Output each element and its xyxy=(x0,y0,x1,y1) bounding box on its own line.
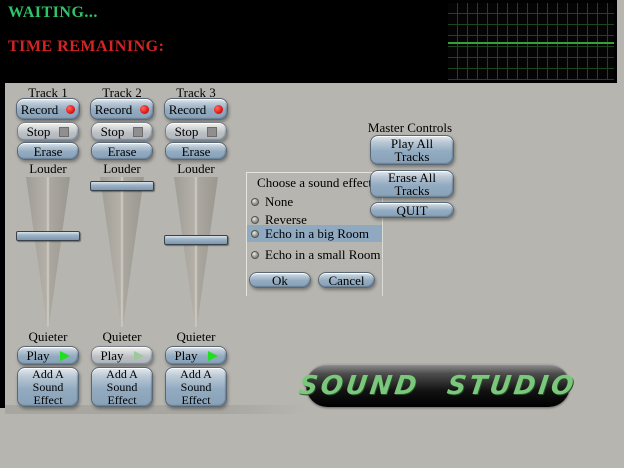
status-time-remaining-text: TIME REMAINING: xyxy=(8,38,164,56)
stop-label: Stop xyxy=(175,125,199,138)
quieter-label: Quieter xyxy=(164,329,228,345)
play-button[interactable]: Play xyxy=(165,346,227,365)
volume-handle[interactable] xyxy=(90,181,154,191)
add-sound-effect-button[interactable]: Add A Sound Effect xyxy=(91,367,153,407)
left-edge-strip xyxy=(0,83,5,408)
stop-label: Stop xyxy=(101,125,125,138)
louder-label: Louder xyxy=(164,161,228,177)
quieter-label: Quieter xyxy=(16,329,80,345)
volume-handle[interactable] xyxy=(16,231,80,241)
stop-button[interactable]: Stop xyxy=(17,122,79,141)
stop-button[interactable]: Stop xyxy=(165,122,227,141)
dialog-title: Choose a sound effect xyxy=(247,175,382,191)
effect-option-echo-big-room[interactable]: Echo in a big Room xyxy=(247,225,382,242)
record-button[interactable]: Record xyxy=(16,98,80,120)
erase-label: Erase xyxy=(182,145,211,158)
erase-label: Erase xyxy=(34,145,63,158)
volume-slider-track[interactable] xyxy=(26,177,70,327)
record-label: Record xyxy=(95,103,133,116)
oscilloscope-trace xyxy=(448,42,614,44)
louder-label: Louder xyxy=(16,161,80,177)
play-label: Play xyxy=(100,349,123,362)
radio-icon[interactable] xyxy=(251,230,259,238)
play-label: Play xyxy=(174,349,197,362)
volume-slider-track[interactable] xyxy=(174,177,218,327)
radio-icon[interactable] xyxy=(251,251,259,259)
add-sound-effect-button[interactable]: Add A Sound Effect xyxy=(17,367,79,407)
track-column-1: Track 1 Record Stop Erase Louder Quieter… xyxy=(16,85,80,407)
erase-label: Erase xyxy=(108,145,137,158)
play-button[interactable]: Play xyxy=(91,346,153,365)
record-button[interactable]: Record xyxy=(90,98,154,120)
stop-square-icon xyxy=(59,127,69,137)
play-triangle-icon xyxy=(134,351,144,361)
record-label: Record xyxy=(169,103,207,116)
option-label: Echo in a big Room xyxy=(265,226,369,242)
record-label: Record xyxy=(21,103,59,116)
quit-button[interactable]: QUIT xyxy=(370,202,454,218)
oscilloscope-display xyxy=(448,3,614,80)
effect-option-none[interactable]: None xyxy=(247,193,382,210)
stop-button[interactable]: Stop xyxy=(91,122,153,141)
cancel-button[interactable]: Cancel xyxy=(318,272,375,288)
radio-icon[interactable] xyxy=(251,216,259,224)
master-controls-title: Master Controls xyxy=(360,120,460,136)
sound-studio-logo: SOUND STUDIO xyxy=(306,364,570,407)
record-dot-icon xyxy=(140,105,149,114)
record-dot-icon xyxy=(214,105,223,114)
effect-option-echo-small-room[interactable]: Echo in a small Room xyxy=(247,246,382,263)
play-label: Play xyxy=(26,349,49,362)
volume-slider-track[interactable] xyxy=(100,177,144,327)
play-triangle-icon xyxy=(60,351,70,361)
play-all-tracks-button[interactable]: Play All Tracks xyxy=(370,135,454,165)
record-button[interactable]: Record xyxy=(164,98,228,120)
option-label: None xyxy=(265,194,293,210)
stop-square-icon xyxy=(207,127,217,137)
stop-square-icon xyxy=(133,127,143,137)
radio-icon[interactable] xyxy=(251,198,259,206)
record-dot-icon xyxy=(66,105,75,114)
status-waiting-text: WAITING... xyxy=(8,4,98,22)
play-triangle-icon xyxy=(208,351,218,361)
ok-button[interactable]: Ok xyxy=(249,272,311,288)
track-column-3: Track 3 Record Stop Erase Louder Quieter… xyxy=(164,85,228,407)
erase-button[interactable]: Erase xyxy=(91,142,153,160)
volume-handle[interactable] xyxy=(164,235,228,245)
quieter-label: Quieter xyxy=(90,329,154,345)
add-sound-effect-button[interactable]: Add A Sound Effect xyxy=(165,367,227,407)
logo-text: SOUND STUDIO xyxy=(297,371,578,401)
erase-button[interactable]: Erase xyxy=(17,142,79,160)
option-label: Echo in a small Room xyxy=(265,247,381,263)
play-button[interactable]: Play xyxy=(17,346,79,365)
track-column-2: Track 2 Record Stop Erase Louder Quieter… xyxy=(90,85,154,407)
erase-button[interactable]: Erase xyxy=(165,142,227,160)
louder-label: Louder xyxy=(90,161,154,177)
erase-all-tracks-button[interactable]: Erase All Tracks xyxy=(370,170,454,198)
stop-label: Stop xyxy=(27,125,51,138)
